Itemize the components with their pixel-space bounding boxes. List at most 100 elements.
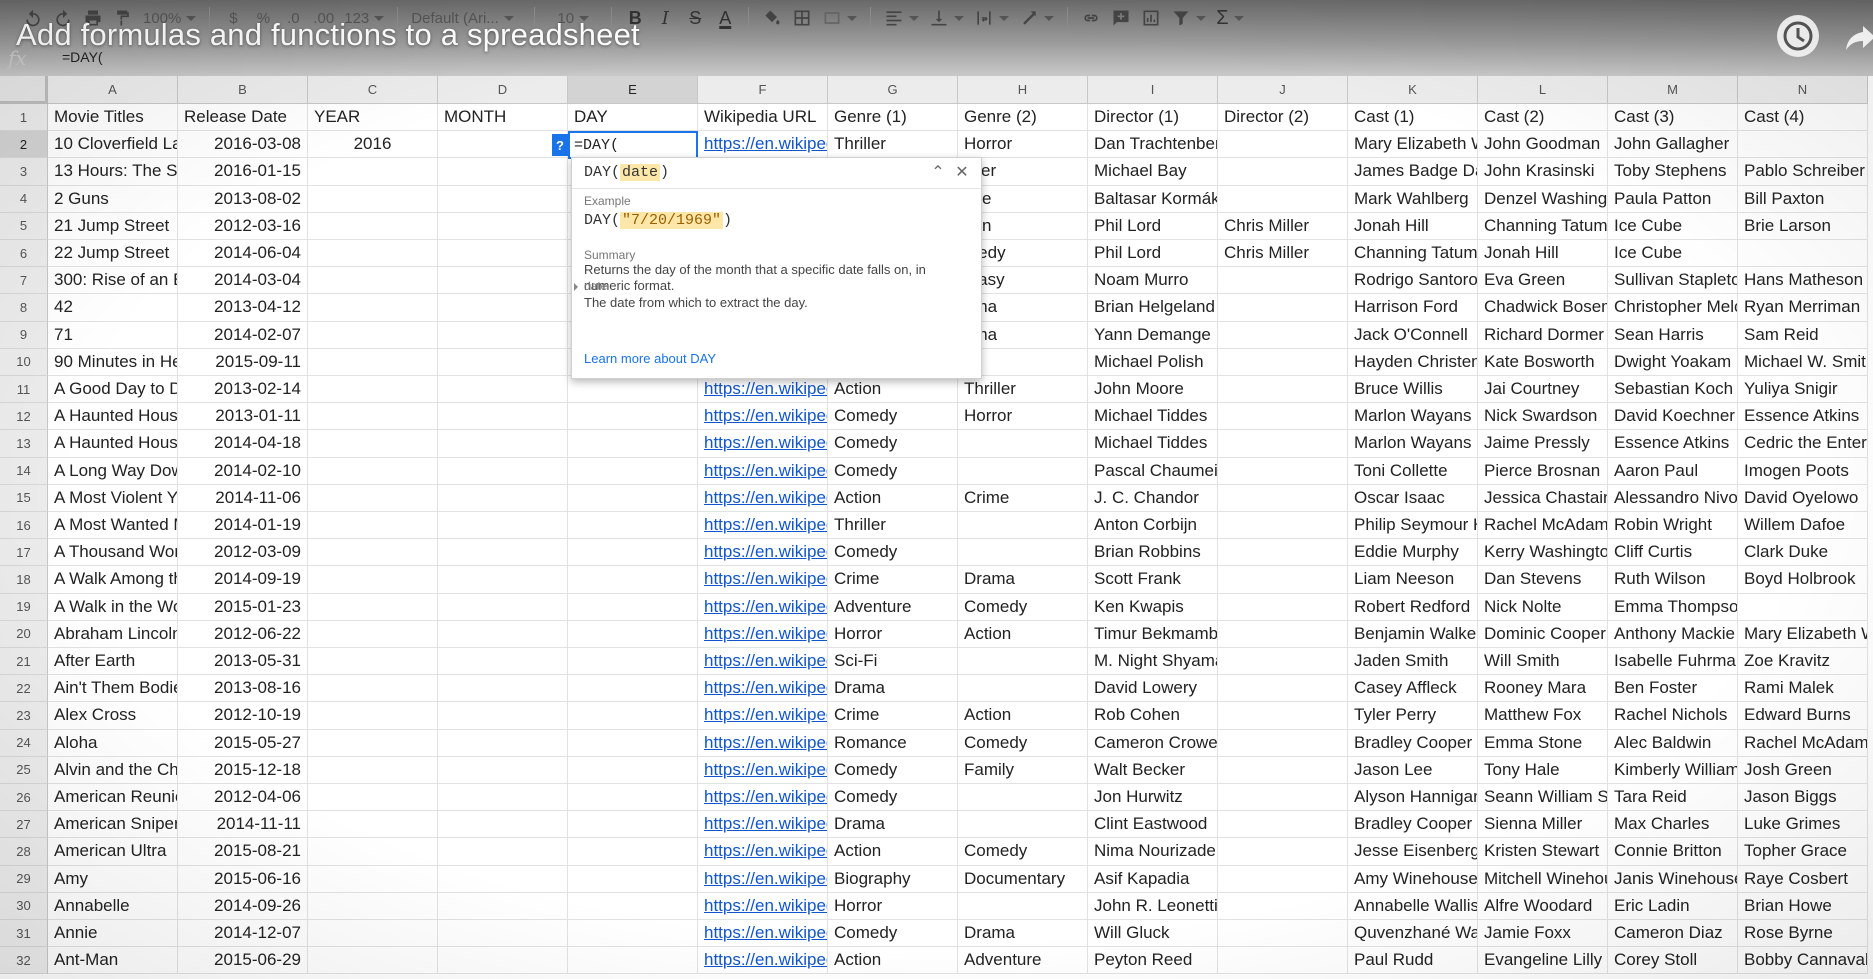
wikipedia-link-cell[interactable]: https://en.wikipec (698, 756, 828, 784)
table-cell[interactable]: Adventure (958, 947, 1088, 975)
column-header-b[interactable]: B (178, 76, 308, 104)
table-cell[interactable]: Kristen Stewart (1478, 838, 1608, 866)
table-cell[interactable] (1218, 756, 1348, 784)
table-cell[interactable] (308, 648, 438, 676)
table-cell[interactable] (1218, 348, 1348, 376)
table-cell[interactable]: Crime (958, 484, 1088, 512)
table-cell[interactable]: 90 Minutes in He (48, 348, 178, 376)
wikipedia-link-cell[interactable]: https://en.wikipec (698, 920, 828, 948)
table-cell[interactable] (438, 267, 568, 295)
table-cell[interactable]: Jaden Smith (1348, 648, 1478, 676)
close-help-icon[interactable]: ✕ (952, 162, 972, 182)
table-cell[interactable]: A Haunted Hous (48, 430, 178, 458)
table-cell[interactable]: Cliff Curtis (1608, 539, 1738, 567)
watch-later-icon[interactable] (1777, 15, 1819, 57)
table-cell[interactable]: Toby Stephens (1608, 158, 1738, 186)
table-cell[interactable] (438, 892, 568, 920)
table-cell[interactable]: Robin Wright (1608, 512, 1738, 540)
wikipedia-link-cell[interactable]: https://en.wikipec (698, 947, 828, 975)
column-header-n[interactable]: N (1738, 76, 1868, 104)
table-cell[interactable]: After Earth (48, 648, 178, 676)
table-cell[interactable]: Rodrigo Santoro (1348, 267, 1478, 295)
table-cell[interactable]: Comedy (958, 838, 1088, 866)
table-cell[interactable]: Eva Green (1478, 267, 1608, 295)
table-cell[interactable] (438, 838, 568, 866)
table-cell[interactable]: Kate Bosworth (1478, 348, 1608, 376)
table-cell[interactable] (1218, 484, 1348, 512)
table-cell[interactable]: Jessica Chastain (1478, 484, 1608, 512)
column-title-cell[interactable]: Cast (1) (1348, 104, 1478, 132)
table-cell[interactable]: Documentary (958, 865, 1088, 893)
table-cell[interactable] (568, 702, 698, 730)
table-cell[interactable]: Kimberly William (1608, 756, 1738, 784)
table-cell[interactable] (308, 457, 438, 485)
table-cell[interactable]: Janis Winehouse (1608, 865, 1738, 893)
table-cell[interactable] (1218, 376, 1348, 404)
link-icon[interactable] (1076, 4, 1106, 32)
table-cell[interactable]: Corey Stoll (1608, 947, 1738, 975)
table-cell[interactable] (1218, 593, 1348, 621)
column-title-cell[interactable]: Cast (4) (1738, 104, 1868, 132)
table-cell[interactable]: Brian Helgeland (1088, 294, 1218, 322)
wikipedia-link-cell[interactable]: https://en.wikipec (698, 865, 828, 893)
table-cell[interactable] (438, 240, 568, 268)
wikipedia-link-cell[interactable]: https://en.wikipec (698, 403, 828, 431)
row-header[interactable]: 28 (0, 838, 48, 866)
table-cell[interactable]: 2014-01-19 (178, 512, 308, 540)
formula-help-toggle-icon[interactable]: ? (552, 134, 568, 157)
table-cell[interactable]: Channing Tatum (1478, 212, 1608, 240)
table-cell[interactable] (438, 620, 568, 648)
table-cell[interactable] (308, 675, 438, 703)
table-cell[interactable] (308, 784, 438, 812)
table-cell[interactable] (1218, 294, 1348, 322)
table-cell[interactable]: Sam Reid (1738, 321, 1868, 349)
table-cell[interactable]: Jonah Hill (1348, 212, 1478, 240)
table-cell[interactable] (1218, 430, 1348, 458)
column-header-e[interactable]: E (568, 76, 698, 104)
table-cell[interactable]: Channing Tatum (1348, 240, 1478, 268)
column-header-c[interactable]: C (308, 76, 438, 104)
table-cell[interactable] (568, 403, 698, 431)
table-cell[interactable]: 2016 (308, 131, 438, 159)
table-cell[interactable]: Edward Burns (1738, 702, 1868, 730)
table-cell[interactable]: Matthew Fox (1478, 702, 1608, 730)
table-cell[interactable]: Comedy (828, 430, 958, 458)
table-cell[interactable] (438, 947, 568, 975)
table-cell[interactable]: Ken Kwapis (1088, 593, 1218, 621)
table-cell[interactable] (438, 648, 568, 676)
table-cell[interactable] (1218, 811, 1348, 839)
column-title-cell[interactable]: Cast (3) (1608, 104, 1738, 132)
table-cell[interactable]: Sienna Miller (1478, 811, 1608, 839)
table-cell[interactable] (568, 892, 698, 920)
column-title-cell[interactable]: Release Date (178, 104, 308, 132)
table-cell[interactable]: Comedy (828, 920, 958, 948)
table-cell[interactable]: Will Gluck (1088, 920, 1218, 948)
table-cell[interactable]: Harrison Ford (1348, 294, 1478, 322)
table-cell[interactable]: 2013-08-16 (178, 675, 308, 703)
table-cell[interactable]: Sullivan Stapleto (1608, 267, 1738, 295)
row-header[interactable]: 4 (0, 185, 48, 213)
column-title-cell[interactable]: DAY (568, 104, 698, 132)
row-header[interactable]: 23 (0, 702, 48, 730)
table-cell[interactable] (438, 158, 568, 186)
table-cell[interactable]: Luke Grimes (1738, 811, 1868, 839)
table-cell[interactable] (568, 838, 698, 866)
wikipedia-link-cell[interactable]: https://en.wikipec (698, 512, 828, 540)
table-cell[interactable]: Jesse Eisenberg (1348, 838, 1478, 866)
table-cell[interactable] (308, 729, 438, 757)
row-header[interactable]: 5 (0, 212, 48, 240)
table-cell[interactable]: Comedy (828, 457, 958, 485)
table-cell[interactable]: 2012-03-16 (178, 212, 308, 240)
table-cell[interactable]: 2014-11-06 (178, 484, 308, 512)
table-cell[interactable]: Cedric the Entert (1738, 430, 1868, 458)
table-cell[interactable]: Michael Bay (1088, 158, 1218, 186)
table-cell[interactable] (308, 811, 438, 839)
table-cell[interactable]: Rami Malek (1738, 675, 1868, 703)
column-title-cell[interactable]: Director (2) (1218, 104, 1348, 132)
table-cell[interactable] (308, 620, 438, 648)
table-cell[interactable] (438, 484, 568, 512)
row-header[interactable]: 8 (0, 294, 48, 322)
row-header[interactable]: 12 (0, 403, 48, 431)
text-wrap-icon[interactable] (969, 4, 1014, 32)
table-cell[interactable]: Emma Stone (1478, 729, 1608, 757)
